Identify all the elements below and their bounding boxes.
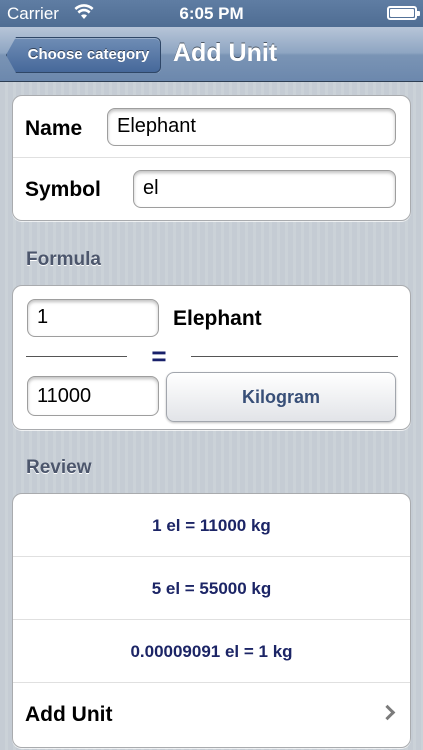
symbol-row: Symbol el: [13, 158, 410, 221]
status-bar: Carrier 6:05 PM: [0, 0, 423, 27]
review-group: 1 el = 11000 kg 5 el = 55000 kg 0.000090…: [12, 493, 411, 748]
symbol-input[interactable]: el: [133, 170, 396, 208]
chevron-right-icon: [379, 704, 396, 721]
name-row: Name Elephant: [13, 96, 410, 158]
navigation-bar: Choose category Add Unit: [0, 27, 423, 82]
to-amount-input[interactable]: 11000: [27, 376, 159, 416]
name-input[interactable]: Elephant: [107, 108, 396, 146]
page-title: Add Unit: [173, 39, 278, 67]
back-button[interactable]: Choose category: [6, 37, 161, 73]
review-line: 5 el = 55000 kg: [13, 557, 410, 620]
target-unit-button[interactable]: Kilogram: [166, 372, 396, 422]
formula-group: 1 Elephant = 11000 Kilogram: [12, 285, 411, 430]
review-line: 0.00009091 el = 1 kg: [13, 620, 410, 683]
equals-sign: =: [127, 342, 191, 370]
equals-divider: [26, 356, 398, 357]
formula-header: Formula: [26, 249, 101, 270]
add-unit-row[interactable]: Add Unit: [13, 683, 410, 747]
add-unit-label: Add Unit: [25, 703, 113, 726]
name-label: Name: [25, 117, 83, 140]
from-amount-input[interactable]: 1: [27, 299, 159, 337]
review-line: 1 el = 11000 kg: [13, 494, 410, 557]
clock: 6:05 PM: [179, 4, 244, 23]
battery-icon: [387, 6, 420, 20]
symbol-label: Symbol: [25, 178, 101, 201]
review-header: Review: [26, 457, 92, 478]
unit-info-group: Name Elephant Symbol el: [12, 95, 411, 221]
from-unit-label: Elephant: [173, 307, 262, 330]
